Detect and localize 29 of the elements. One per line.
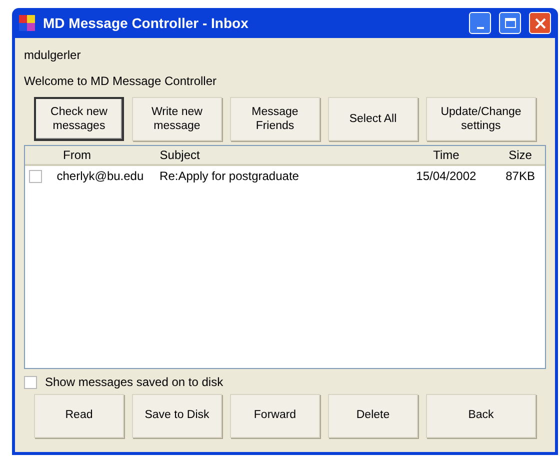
action-button[interactable]: Forward: [230, 394, 320, 438]
table-cell: cherlyk@bu.edu: [56, 169, 144, 183]
toolbar-button[interactable]: Message Friends: [230, 97, 320, 141]
action-button[interactable]: Back: [426, 394, 536, 438]
close-icon: [534, 18, 546, 28]
toolbar-button[interactable]: Write new message: [132, 97, 222, 141]
checkbox[interactable]: [29, 170, 42, 182]
column-header[interactable]: From: [63, 148, 91, 162]
action-button[interactable]: Read: [34, 394, 124, 438]
table-cell: 87KB: [506, 169, 535, 183]
app-icon: [19, 15, 35, 31]
column-header[interactable]: Time: [433, 148, 460, 162]
toolbar-button[interactable]: Check new messages: [34, 97, 124, 141]
table-cell: Re:Apply for postgraduate: [160, 169, 299, 183]
welcome-label: Welcome to MD Message Controller: [24, 73, 218, 90]
minimize-button[interactable]: [469, 12, 491, 34]
toolbar-button[interactable]: Select All: [328, 97, 418, 141]
table-cell: 15/04/2002: [416, 169, 476, 183]
action-button[interactable]: Save to Disk: [132, 394, 222, 438]
maximize-button[interactable]: [499, 12, 521, 34]
window-title: MD Message Controller - Inbox: [43, 14, 250, 33]
toolbar-button[interactable]: Update/Change settings: [426, 97, 536, 141]
column-header[interactable]: Subject: [160, 148, 200, 162]
checkbox-label: Show messages saved on to disk: [45, 374, 224, 391]
username-label: mdulgerler: [24, 47, 82, 64]
action-button[interactable]: Delete: [328, 394, 418, 438]
close-button[interactable]: [529, 12, 551, 34]
checkbox[interactable]: [24, 376, 37, 388]
column-header[interactable]: Size: [508, 148, 532, 162]
